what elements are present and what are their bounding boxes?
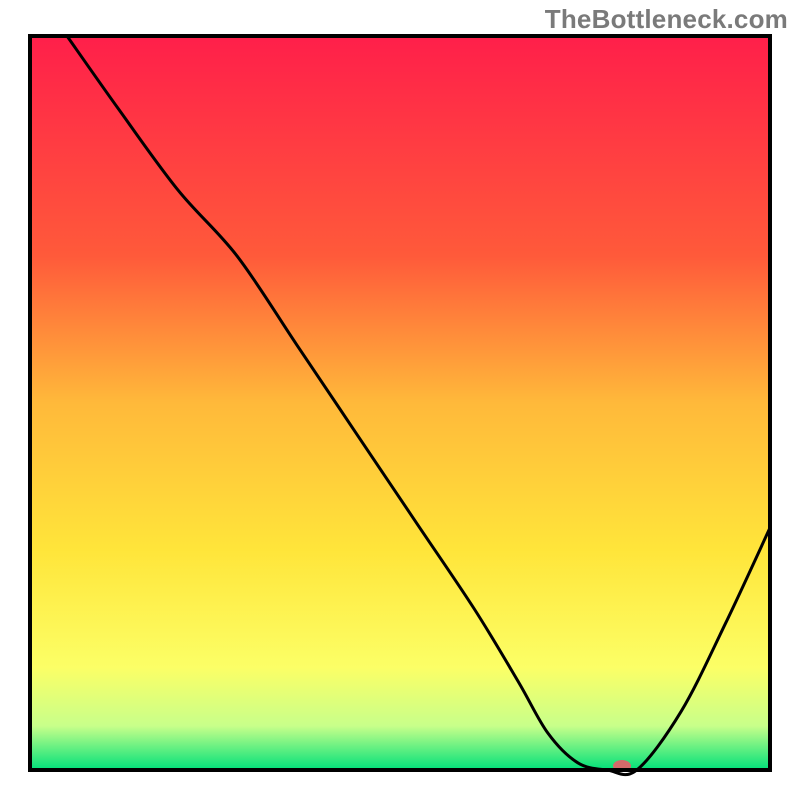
plot-background <box>30 36 770 770</box>
chart-container: TheBottleneck.com <box>0 0 800 800</box>
bottleneck-chart <box>0 0 800 800</box>
watermark-label: TheBottleneck.com <box>545 4 788 35</box>
